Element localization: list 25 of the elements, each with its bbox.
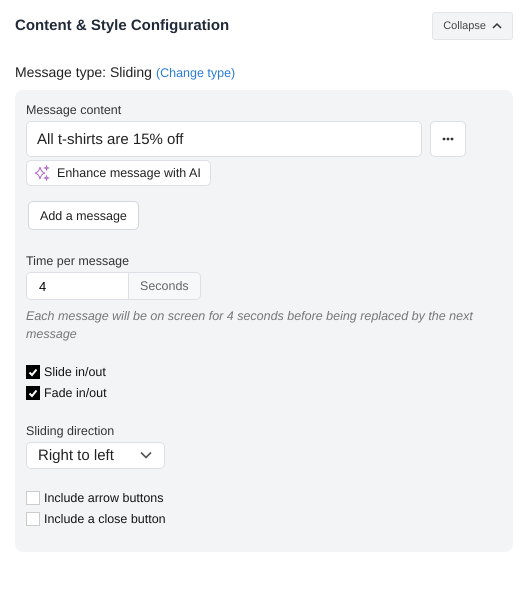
chevron-down-icon — [140, 451, 152, 460]
add-message-button[interactable]: Add a message — [28, 200, 139, 230]
change-type-link[interactable]: (Change type) — [156, 66, 236, 80]
hint-text: Each message will be on screen for 4 seconds before being replaced by the next message — [26, 308, 474, 343]
checkbox-option[interactable]: Include arrow buttons — [26, 491, 166, 505]
enhance-button[interactable]: Enhance message with AI — [26, 160, 211, 186]
chevron-up-icon — [492, 22, 502, 29]
collapse-button[interactable]: Collapse — [432, 12, 513, 40]
checkbox-option[interactable]: Fade in/out — [26, 386, 107, 400]
field-label: Time per message — [26, 254, 130, 268]
section-title: Content & Style Configuration — [15, 17, 230, 34]
checkbox[interactable] — [26, 364, 40, 379]
checkbox-option[interactable]: Include a close button — [26, 512, 166, 526]
checkbox-option[interactable]: Slide in/out — [26, 364, 107, 379]
more-icon — [442, 137, 454, 141]
unit-label: Seconds — [129, 273, 200, 299]
more-button[interactable] — [430, 121, 466, 157]
message-input[interactable]: All t-shirts are 15% off — [26, 121, 422, 157]
message-type-label: Message type: Sliding — [15, 64, 152, 80]
checkbox[interactable] — [26, 386, 40, 400]
field-label: Message content — [26, 103, 122, 117]
direction-select[interactable]: Right to left — [26, 442, 165, 469]
time-field[interactable]: 4 Seconds — [26, 272, 201, 300]
field-label: Sliding direction — [26, 424, 114, 438]
sparkle-icon — [34, 164, 50, 181]
